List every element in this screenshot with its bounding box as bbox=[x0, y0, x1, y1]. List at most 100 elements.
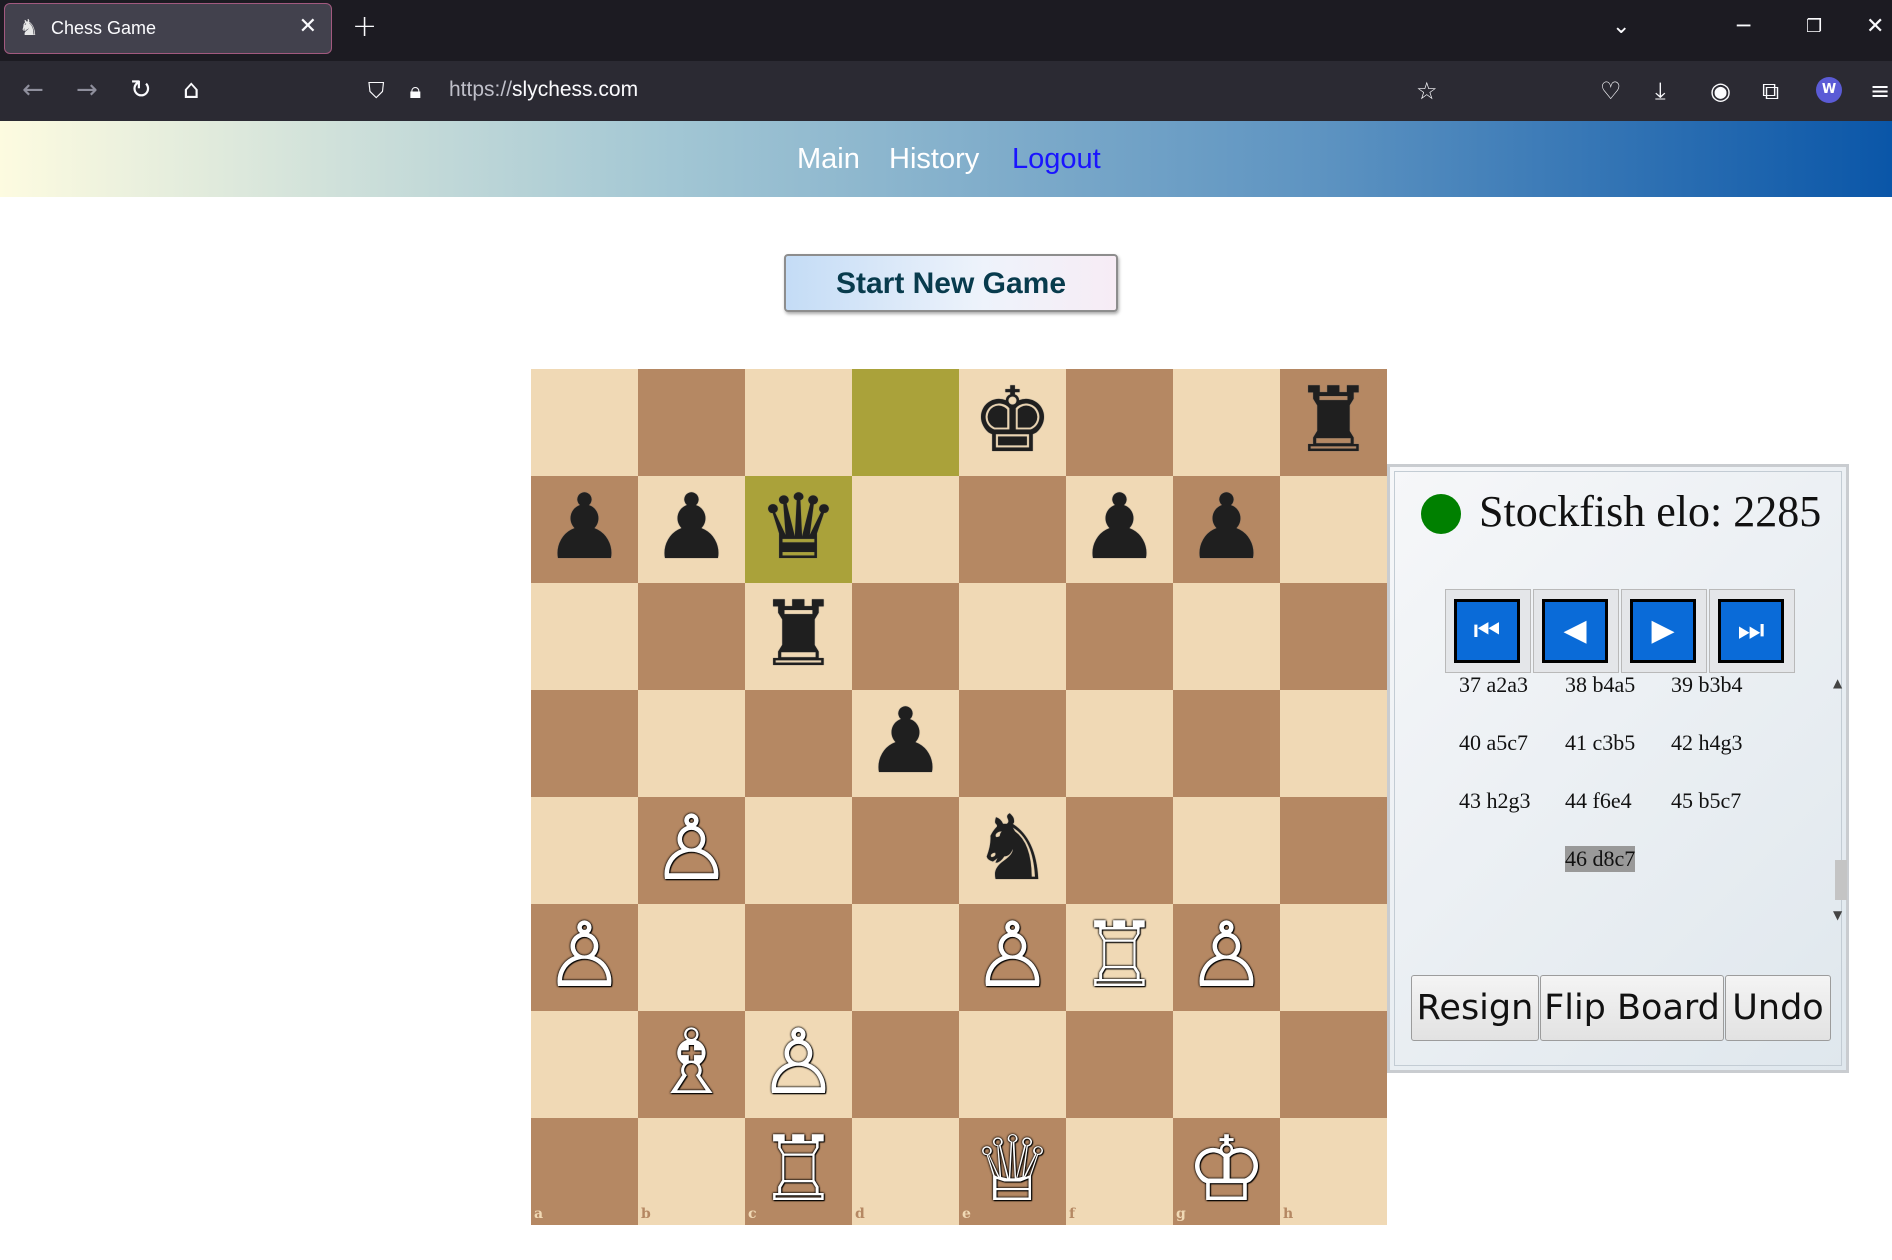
square-c4[interactable] bbox=[745, 797, 852, 904]
square-a5[interactable] bbox=[531, 690, 638, 797]
black-king-icon[interactable]: ♚ bbox=[959, 369, 1066, 476]
prev-move-button[interactable]: ◀ bbox=[1533, 589, 1619, 673]
shield-icon[interactable]: ⛉ bbox=[368, 79, 385, 104]
home-icon[interactable]: ⌂ bbox=[183, 73, 200, 107]
nav-logout-link[interactable]: Logout bbox=[1012, 143, 1101, 176]
square-e5[interactable] bbox=[959, 690, 1066, 797]
square-d2[interactable] bbox=[852, 1011, 959, 1118]
white-pawn-icon[interactable]: ♙ bbox=[1173, 904, 1280, 1011]
square-e7[interactable] bbox=[959, 476, 1066, 583]
move-item[interactable]: 39 b3b4 bbox=[1671, 672, 1743, 698]
first-move-button[interactable]: ⏮ bbox=[1445, 589, 1531, 673]
square-g5[interactable] bbox=[1173, 690, 1280, 797]
square-a4[interactable] bbox=[531, 797, 638, 904]
nav-main-link[interactable]: Main bbox=[797, 143, 860, 176]
black-pawn-icon[interactable]: ♟ bbox=[1066, 476, 1173, 583]
pocket-icon[interactable]: ♡ bbox=[1600, 77, 1622, 105]
square-d1[interactable] bbox=[852, 1118, 959, 1225]
white-pawn-icon[interactable]: ♙ bbox=[638, 797, 745, 904]
square-a1[interactable] bbox=[531, 1118, 638, 1225]
account-icon[interactable]: ◉ bbox=[1710, 77, 1731, 105]
new-tab-icon[interactable]: + bbox=[352, 12, 377, 42]
square-f8[interactable] bbox=[1066, 369, 1173, 476]
square-f1[interactable] bbox=[1066, 1118, 1173, 1225]
square-h5[interactable] bbox=[1280, 690, 1387, 797]
white-queen-icon[interactable]: ♕ bbox=[959, 1118, 1066, 1225]
tab-list-chevron-icon[interactable]: ⌄ bbox=[1612, 14, 1630, 39]
black-rook-icon[interactable]: ♜ bbox=[1280, 369, 1387, 476]
reload-icon[interactable]: ↻ bbox=[130, 73, 152, 107]
browser-tab[interactable]: ♞ Chess Game ✕ bbox=[4, 3, 332, 54]
next-move-button[interactable]: ▶ bbox=[1621, 589, 1707, 673]
extension-w-icon[interactable]: W bbox=[1816, 77, 1842, 103]
scroll-down-icon[interactable]: ▼ bbox=[1833, 908, 1842, 922]
square-c3[interactable] bbox=[745, 904, 852, 1011]
square-d4[interactable] bbox=[852, 797, 959, 904]
black-queen-icon[interactable]: ♛ bbox=[745, 476, 852, 583]
black-pawn-icon[interactable]: ♟ bbox=[1173, 476, 1280, 583]
scrollbar-thumb[interactable] bbox=[1835, 860, 1847, 900]
square-b1[interactable] bbox=[638, 1118, 745, 1225]
menu-icon[interactable]: ≡ bbox=[1870, 77, 1890, 105]
black-pawn-icon[interactable]: ♟ bbox=[531, 476, 638, 583]
white-bishop-icon[interactable]: ♗ bbox=[638, 1011, 745, 1118]
lock-icon[interactable]: 🔒︎ bbox=[410, 79, 422, 104]
move-list-scrollbar[interactable]: ▲ ▼ bbox=[1833, 676, 1847, 922]
square-d8[interactable] bbox=[852, 369, 959, 476]
square-b8[interactable] bbox=[638, 369, 745, 476]
bookmark-star-icon[interactable]: ☆ bbox=[1416, 77, 1438, 105]
last-move-button[interactable]: ⏭ bbox=[1709, 589, 1795, 673]
square-e2[interactable] bbox=[959, 1011, 1066, 1118]
back-icon[interactable]: ← bbox=[22, 73, 44, 107]
move-item[interactable]: 38 b4a5 bbox=[1565, 672, 1635, 698]
forward-icon[interactable]: → bbox=[76, 73, 98, 107]
chess-board[interactable]: 8 7 6 5 4 3 2 1 a b c d e f g h ♚ ♜ ♟ ♟ ♛ ♟ ♟ ♜ ♟ ♙ ♞ ♙ ♙ ♖ ♙ ♗ ♙ ♖ ♕ ♔ bbox=[531, 369, 1387, 1225]
black-pawn-icon[interactable]: ♟ bbox=[852, 690, 959, 797]
nav-history-link[interactable]: History bbox=[889, 143, 979, 176]
close-window-icon[interactable]: ✕ bbox=[1866, 14, 1884, 39]
start-new-game-button[interactable]: Start New Game bbox=[784, 254, 1118, 312]
white-rook-icon[interactable]: ♖ bbox=[1066, 904, 1173, 1011]
minimize-icon[interactable]: ─ bbox=[1737, 14, 1750, 39]
square-d3[interactable] bbox=[852, 904, 959, 1011]
square-g2[interactable] bbox=[1173, 1011, 1280, 1118]
download-icon[interactable]: ⤓ bbox=[1655, 77, 1666, 105]
square-h7[interactable] bbox=[1280, 476, 1387, 583]
restore-icon[interactable]: ❐ bbox=[1806, 16, 1822, 37]
black-rook-icon[interactable]: ♜ bbox=[745, 583, 852, 690]
square-f6[interactable] bbox=[1066, 583, 1173, 690]
flip-board-button[interactable]: Flip Board bbox=[1540, 975, 1724, 1041]
square-e6[interactable] bbox=[959, 583, 1066, 690]
move-item[interactable]: 43 h2g3 bbox=[1459, 788, 1531, 814]
black-knight-icon[interactable]: ♞ bbox=[959, 797, 1066, 904]
undo-button[interactable]: Undo bbox=[1725, 975, 1831, 1041]
square-c8[interactable] bbox=[745, 369, 852, 476]
resign-button[interactable]: Resign bbox=[1411, 975, 1539, 1041]
move-item[interactable]: 44 f6e4 bbox=[1565, 788, 1632, 814]
move-item[interactable]: 40 a5c7 bbox=[1459, 730, 1528, 756]
square-f5[interactable] bbox=[1066, 690, 1173, 797]
white-pawn-icon[interactable]: ♙ bbox=[745, 1011, 852, 1118]
square-b6[interactable] bbox=[638, 583, 745, 690]
square-h3[interactable] bbox=[1280, 904, 1387, 1011]
current-move-item[interactable]: 46 d8c7 bbox=[1565, 846, 1636, 872]
square-f4[interactable] bbox=[1066, 797, 1173, 904]
black-pawn-icon[interactable]: ♟ bbox=[638, 476, 745, 583]
square-a8[interactable] bbox=[531, 369, 638, 476]
square-a2[interactable] bbox=[531, 1011, 638, 1118]
scroll-up-icon[interactable]: ▲ bbox=[1833, 676, 1842, 690]
close-tab-icon[interactable]: ✕ bbox=[299, 14, 317, 39]
move-item[interactable]: 37 a2a3 bbox=[1459, 672, 1528, 698]
square-h4[interactable] bbox=[1280, 797, 1387, 904]
square-h2[interactable] bbox=[1280, 1011, 1387, 1118]
square-d6[interactable] bbox=[852, 583, 959, 690]
move-item[interactable]: 45 b5c7 bbox=[1671, 788, 1741, 814]
move-item[interactable]: 42 h4g3 bbox=[1671, 730, 1743, 756]
square-f2[interactable] bbox=[1066, 1011, 1173, 1118]
extensions-icon[interactable]: ⧉ bbox=[1762, 77, 1779, 105]
square-d7[interactable] bbox=[852, 476, 959, 583]
square-c5[interactable] bbox=[745, 690, 852, 797]
white-pawn-icon[interactable]: ♙ bbox=[959, 904, 1066, 1011]
white-king-icon[interactable]: ♔ bbox=[1173, 1118, 1280, 1225]
square-g6[interactable] bbox=[1173, 583, 1280, 690]
